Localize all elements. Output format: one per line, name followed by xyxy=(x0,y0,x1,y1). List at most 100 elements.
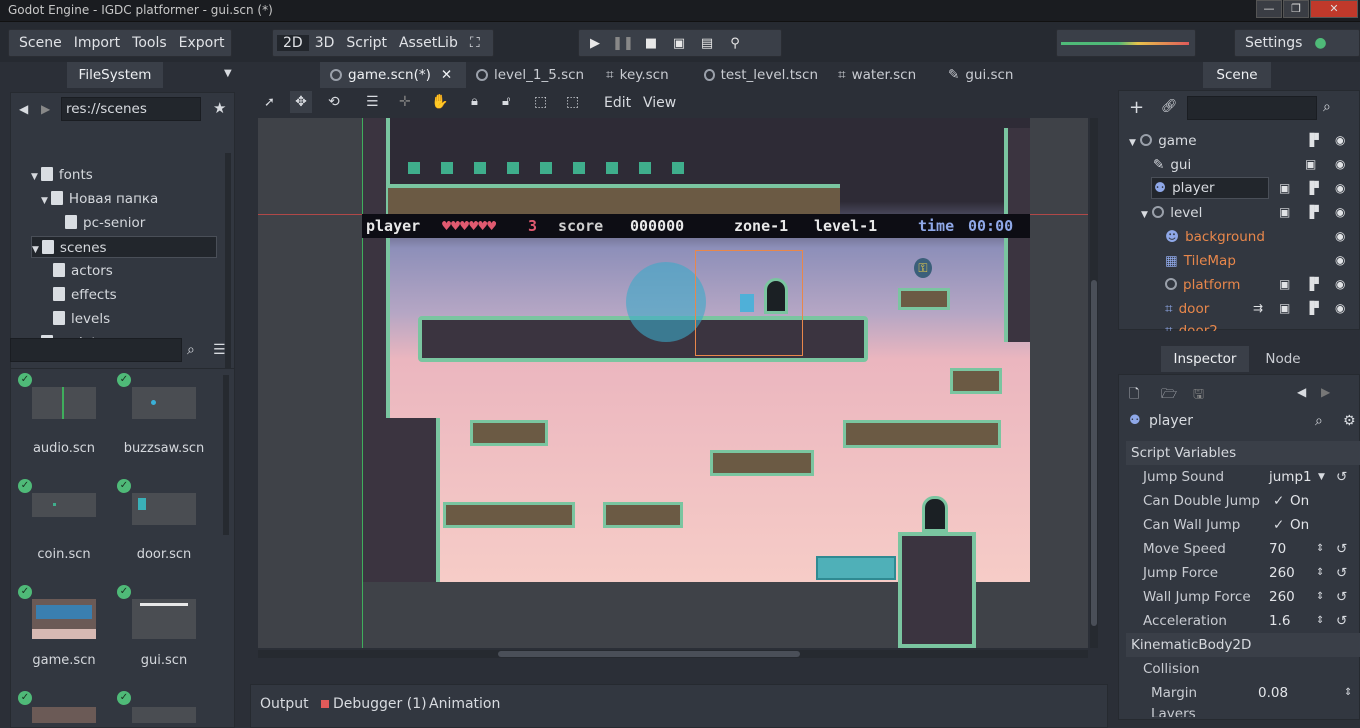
checkbox-icon[interactable]: ✓ xyxy=(1273,513,1284,537)
thumb-buzzsaw[interactable] xyxy=(132,387,196,419)
script-icon[interactable]: ▐▘ xyxy=(1305,181,1323,195)
file-label[interactable]: door.scn xyxy=(116,547,212,562)
path-input[interactable]: res://scenes xyxy=(61,97,201,121)
thumb-audio[interactable] xyxy=(32,387,96,419)
view-menu[interactable]: View xyxy=(643,95,676,111)
file-label[interactable]: gui.scn xyxy=(116,653,212,668)
revert-icon[interactable]: ↺ xyxy=(1336,585,1347,609)
file-label[interactable]: coin.scn xyxy=(16,547,112,562)
gear-icon[interactable]: ⚙ xyxy=(1343,413,1356,429)
h-scrollbar[interactable] xyxy=(258,650,1088,658)
debug-options-icon[interactable]: ⚲ xyxy=(721,30,749,56)
visibility-icon[interactable]: ◉ xyxy=(1335,205,1345,219)
tab-level-1-5[interactable]: level_1_5.scn xyxy=(466,62,596,88)
prop-can-double-jump[interactable]: Can Double Jump ✓ On xyxy=(1126,489,1360,513)
instance-icon[interactable]: ▣ xyxy=(1279,181,1290,195)
section-kinematicbody2d[interactable]: KinematicBody2D xyxy=(1126,633,1360,657)
revert-icon[interactable]: ↺ xyxy=(1336,561,1347,585)
tab-test-level[interactable]: test_level.tscn xyxy=(694,62,828,88)
thumb-more[interactable] xyxy=(32,707,96,723)
thumb-more[interactable] xyxy=(132,707,196,723)
back-icon[interactable]: ◀ xyxy=(19,102,28,116)
mode-3d[interactable]: 3D xyxy=(309,35,341,51)
tab-scene[interactable]: Scene xyxy=(1203,62,1271,88)
tab-filesystem[interactable]: FileSystem xyxy=(67,62,163,88)
prop-jump-sound[interactable]: Jump Sound jump1 ▼ ↺ xyxy=(1126,465,1360,489)
dropdown-icon[interactable]: ▼ xyxy=(1318,465,1325,489)
search-icon[interactable]: ⌕ xyxy=(187,342,195,358)
dock-menu-icon[interactable]: ▼ xyxy=(224,68,232,79)
tree-item-effects[interactable]: effects xyxy=(53,284,117,306)
tab-water[interactable]: ⌗ water.scn xyxy=(828,62,938,88)
play-scene-icon[interactable]: ▣ xyxy=(665,30,693,56)
menu-tools[interactable]: Tools xyxy=(126,35,173,51)
menu-import[interactable]: Import xyxy=(68,35,126,51)
file-label[interactable]: audio.scn xyxy=(16,441,112,456)
tree-item-scenes[interactable]: ▼ scenes xyxy=(31,236,217,258)
new-resource-icon[interactable]: 🗋︎ xyxy=(1129,385,1139,407)
select-tool-icon[interactable]: ➚ xyxy=(264,95,275,110)
add-node-icon[interactable]: + xyxy=(1129,97,1144,118)
search-icon[interactable]: ⌕ xyxy=(1323,99,1331,115)
grid-scrollbar[interactable] xyxy=(223,375,229,535)
revert-icon[interactable]: ↺ xyxy=(1336,465,1347,489)
menu-export[interactable]: Export xyxy=(173,35,231,51)
play-icon[interactable]: ▶ xyxy=(581,30,609,56)
visibility-icon[interactable]: ◉ xyxy=(1335,229,1345,243)
close-button[interactable]: ✕ xyxy=(1310,0,1358,18)
node-background[interactable]: ☻ background xyxy=(1165,225,1265,249)
tab-inspector[interactable]: Inspector xyxy=(1161,346,1249,372)
mode-assetlib[interactable]: AssetLib xyxy=(393,35,464,51)
search-icon[interactable]: ⌕ xyxy=(1315,413,1323,429)
tab-key[interactable]: ⌗ key.scn xyxy=(596,62,694,88)
node-filter-input[interactable] xyxy=(1187,96,1317,120)
tree-item-fonts[interactable]: ▼ fonts xyxy=(31,164,93,186)
tab-output[interactable]: Output xyxy=(260,696,309,712)
spinner-icon[interactable]: ⇕ xyxy=(1316,609,1324,633)
section-script-variables[interactable]: Script Variables xyxy=(1126,441,1360,465)
prop-move-speed[interactable]: Move Speed 70 ⇕ ↺ xyxy=(1126,537,1360,561)
script-icon[interactable]: ▐▘ xyxy=(1305,301,1323,315)
tab-gui[interactable]: ✎ gui.scn xyxy=(938,62,1036,88)
spinner-icon[interactable]: ⇕ xyxy=(1344,681,1352,705)
thumb-gui[interactable] xyxy=(132,599,196,639)
node-door2[interactable]: ⌗ door2 xyxy=(1165,319,1218,331)
prop-layers[interactable]: Layers xyxy=(1126,705,1360,717)
tree-item-new-folder[interactable]: ▼ Новая папка xyxy=(41,188,158,210)
node-game[interactable]: ▼ game xyxy=(1129,129,1197,153)
menu-scene[interactable]: Scene xyxy=(13,35,68,51)
pivot-tool-icon[interactable]: ✛ xyxy=(399,94,411,110)
list-view-icon[interactable]: ☰ xyxy=(213,342,226,358)
open-folder-icon[interactable]: 🗁︎ xyxy=(1161,385,1177,407)
mode-2d[interactable]: 2D xyxy=(277,35,309,51)
checkbox-icon[interactable]: ✓ xyxy=(1273,489,1284,513)
file-label[interactable]: game.scn xyxy=(16,653,112,668)
pause-icon[interactable]: ❚❚ xyxy=(609,30,637,56)
group-icon[interactable]: ⬚ xyxy=(534,94,547,110)
play-custom-icon[interactable]: ▤ xyxy=(693,30,721,56)
spinner-icon[interactable]: ⇕ xyxy=(1316,561,1324,585)
tree-item-actors[interactable]: actors xyxy=(53,260,113,282)
script-icon[interactable]: ▐▘ xyxy=(1305,133,1323,147)
move-tool-icon[interactable]: ✥ xyxy=(290,91,312,113)
canvas-viewport[interactable]: ⚿ player ♥♥♥♥♥♥ 3 score 000000 zone-1 le… xyxy=(258,118,1088,648)
edit-menu[interactable]: Edit xyxy=(604,95,631,111)
file-label[interactable]: buzzsaw.scn xyxy=(116,441,212,456)
signal-icon[interactable]: ⇉ xyxy=(1253,301,1263,315)
maximize-button[interactable]: ❐ xyxy=(1283,0,1309,18)
group-collision[interactable]: Collision xyxy=(1126,657,1360,681)
instance-icon[interactable]: ▣ xyxy=(1279,301,1290,315)
tree-item-pc-senior[interactable]: pc-senior xyxy=(65,212,145,234)
node-tilemap[interactable]: ▦ TileMap xyxy=(1165,249,1236,273)
tree-scrollbar[interactable] xyxy=(225,153,231,373)
file-search-input[interactable] xyxy=(10,338,182,362)
revert-icon[interactable]: ↺ xyxy=(1336,537,1347,561)
script-icon[interactable]: ▐▘ xyxy=(1305,277,1323,291)
forward-icon[interactable]: ▶ xyxy=(41,102,50,116)
instance-icon[interactable]: ▣ xyxy=(1279,205,1290,219)
mode-script[interactable]: Script xyxy=(340,35,393,51)
pan-tool-icon[interactable]: ✋ xyxy=(431,94,448,110)
player-sprite[interactable] xyxy=(740,294,754,312)
revert-icon[interactable]: ↺ xyxy=(1336,609,1347,633)
visibility-icon[interactable]: ◉ xyxy=(1335,253,1345,267)
